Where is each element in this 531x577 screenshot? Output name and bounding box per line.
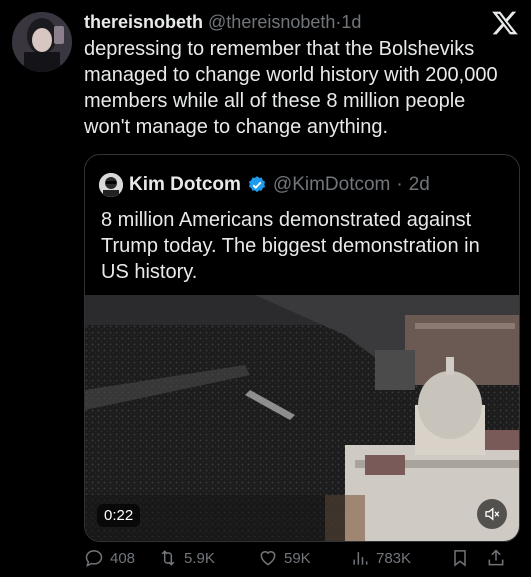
bookmark-button[interactable]: [450, 548, 486, 568]
quoted-separator: ·: [396, 174, 403, 195]
quoted-age[interactable]: 2d: [409, 174, 430, 196]
retweet-icon: [161, 550, 175, 566]
retweet-button[interactable]: 5.9K: [158, 548, 258, 568]
quoted-display-name[interactable]: Kim Dotcom: [129, 174, 241, 196]
quoted-avatar[interactable]: [99, 173, 123, 197]
tweet-text: depressing to remember that the Bolshevi…: [84, 38, 498, 138]
crowd-aerial-image: [85, 295, 519, 541]
mute-icon[interactable]: [477, 499, 507, 529]
author-display-name[interactable]: thereisnobeth: [84, 12, 203, 32]
like-button[interactable]: 59K: [258, 548, 350, 568]
quoted-text: 8 million Americans demonstrated against…: [101, 209, 480, 283]
quoted-handle[interactable]: @KimDotcom: [273, 174, 390, 196]
views-chart-icon: [353, 552, 368, 565]
bookmark-icon: [454, 550, 466, 567]
like-count: 59K: [284, 549, 311, 567]
views-button[interactable]: 783K: [350, 548, 450, 568]
tweet-header: thereisnobeth @thereisnobeth·1d: [84, 10, 484, 34]
reply-count: 408: [110, 549, 136, 567]
views-count: 783K: [376, 549, 412, 567]
video-duration: 0:22: [97, 504, 141, 527]
reply-icon: [85, 550, 103, 567]
share-button[interactable]: [486, 548, 514, 568]
author-handle[interactable]: @thereisnobeth: [208, 12, 335, 32]
heart-icon: [260, 551, 276, 566]
reply-button[interactable]: 408: [84, 548, 158, 568]
share-icon: [488, 549, 504, 566]
tweet-age[interactable]: 1d: [341, 12, 361, 32]
author-avatar[interactable]: [12, 12, 72, 72]
action-bar: 408 5.9K 59K 783K: [84, 544, 524, 572]
verified-badge-icon: [247, 175, 267, 195]
quoted-header: Kim Dotcom @KimDotcom · 2d: [99, 171, 509, 199]
video-player[interactable]: 0:22: [85, 295, 519, 541]
quoted-tweet[interactable]: Kim Dotcom @KimDotcom · 2d 8 million Ameri…: [84, 154, 520, 542]
retweet-count: 5.9K: [184, 549, 215, 567]
x-logo-icon[interactable]: [491, 9, 519, 37]
